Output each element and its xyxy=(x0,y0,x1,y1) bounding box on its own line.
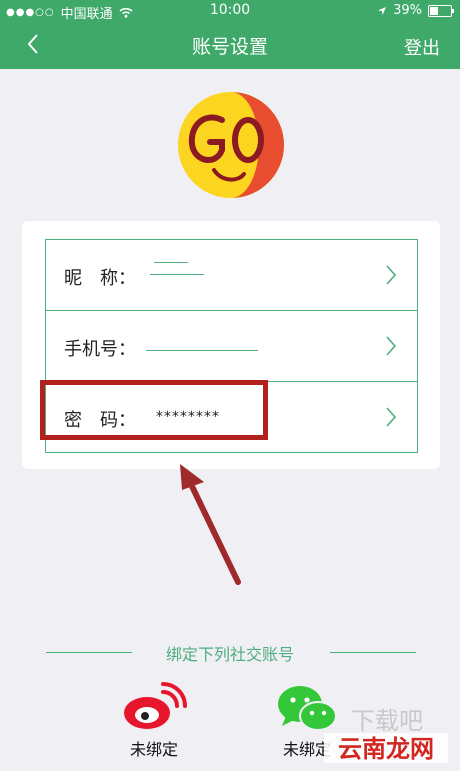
page-title: 账号设置 xyxy=(191,36,268,58)
nickname-label: 昵 称： xyxy=(64,268,136,289)
divider xyxy=(330,652,416,653)
weibo-bind-status: 未绑定 xyxy=(129,740,178,759)
logout-button[interactable]: 登出 xyxy=(404,34,440,60)
svg-text:下载吧: 下载吧 xyxy=(351,707,423,735)
watermark-logo: 下载吧 云南龙网 xyxy=(324,707,448,763)
nickname-row[interactable]: 昵 称： xyxy=(46,240,417,311)
bind-section-header: 绑定下列社交账号 xyxy=(0,640,460,664)
location-icon xyxy=(378,6,387,15)
annotation-arrow-icon xyxy=(180,464,241,585)
weibo-bind-item[interactable]: 未绑定 xyxy=(109,682,199,760)
phone-row[interactable]: 手机号： xyxy=(46,311,417,382)
chevron-right-icon xyxy=(386,265,397,285)
avatar[interactable] xyxy=(176,90,286,200)
phone-value-line xyxy=(146,350,258,351)
phone-label: 手机号： xyxy=(64,339,136,360)
chevron-right-icon xyxy=(386,336,397,356)
svg-text:云南龙网: 云南龙网 xyxy=(338,735,434,763)
password-highlight-box xyxy=(40,380,268,440)
top-bar: ●●●○○ 中国联通 10:00 39% 账号设置 登出 xyxy=(0,0,460,69)
battery-icon xyxy=(428,4,454,17)
battery-percent: 39% xyxy=(393,3,422,18)
status-bar: ●●●○○ 中国联通 10:00 39% xyxy=(0,0,460,22)
nickname-value-line xyxy=(154,262,188,263)
chevron-right-icon xyxy=(386,407,397,427)
nav-bar: 账号设置 登出 xyxy=(0,22,460,69)
nickname-value-line-2 xyxy=(150,274,204,275)
weibo-icon xyxy=(124,682,187,729)
bind-section-title: 绑定下列社交账号 xyxy=(165,645,294,664)
